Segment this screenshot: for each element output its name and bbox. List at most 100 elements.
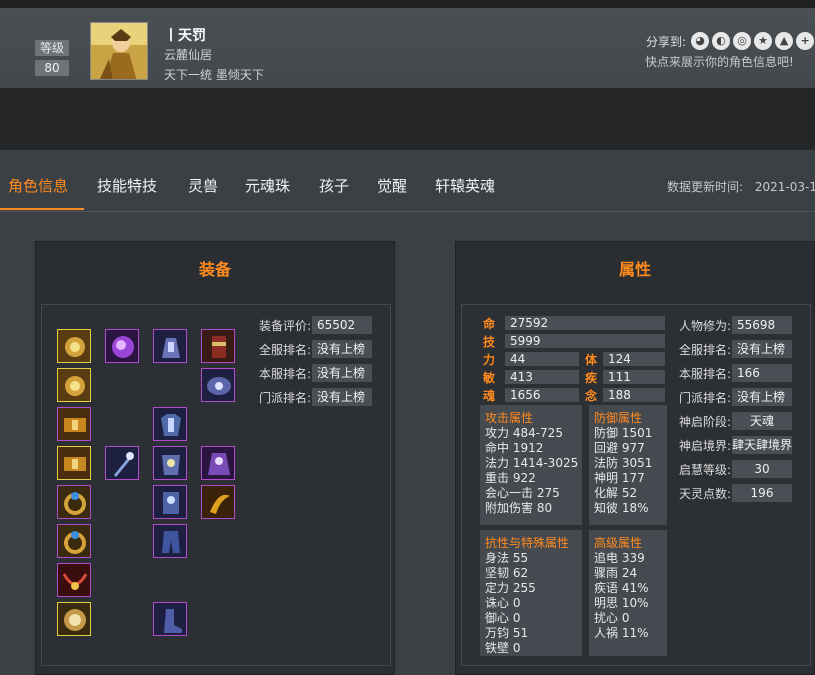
mountain-icon[interactable]: ▲	[775, 32, 794, 50]
equipment-global-rank-label: 全服排名:	[259, 343, 312, 357]
cultivation-value: 55698	[732, 316, 792, 334]
active-tab-indicator	[0, 208, 84, 210]
equipment-slot-weapon[interactable]	[105, 446, 139, 480]
tab-soul-beads[interactable]: 元魂珠	[245, 175, 290, 196]
wisdom-level-label: 启慧等级:	[679, 463, 732, 477]
equipment-panel: 装备 装备评价: 65502 全服排名: 没有上榜 本服排名: 没有上榜 门派排…	[35, 241, 395, 675]
spirit-points-label: 天灵点数:	[679, 487, 732, 501]
wisdom-level-value: 30	[732, 460, 792, 478]
hp-label: 命	[483, 317, 496, 331]
attributes-panel: 属性 命 27592 技 5999 力 44 体 124 敏 413 疾 111…	[455, 241, 815, 675]
star-icon[interactable]: ★	[754, 32, 773, 50]
tab-children[interactable]: 孩子	[319, 175, 349, 196]
level-value: 80	[35, 60, 69, 76]
equipment-global-rank-value: 没有上榜	[312, 340, 372, 358]
character-header: 等级 80 丨天罚 云麓仙居 天下一统 墨倾天下 分享到: ◕ ◐ ◎ ★ ▲ …	[0, 8, 815, 88]
attr-server-rank-label: 本服排名:	[679, 367, 732, 381]
equipment-slot-talisman[interactable]	[201, 485, 235, 519]
equipment-slot-glove-2[interactable]	[57, 368, 91, 402]
attr-server-rank-value: 166	[732, 364, 792, 382]
share-label: 分享到:	[646, 34, 687, 49]
equipment-slot-necklace[interactable]	[57, 563, 91, 597]
hp-value: 27592	[505, 316, 665, 330]
stat-strength-value: 44	[505, 352, 579, 366]
equipment-slot-amulet[interactable]	[57, 602, 91, 636]
attack-attributes-box: 攻击属性 攻力 484-725 命中 1912 法力 1414-3025 重击 …	[480, 405, 582, 525]
attr-sect-rank-value: 没有上榜	[732, 388, 792, 406]
equipment-server-rank-label: 本服排名:	[259, 367, 312, 381]
plus-icon[interactable]: +	[796, 32, 815, 50]
tab-pets[interactable]: 灵兽	[188, 175, 218, 196]
equipment-server-rank-value: 没有上榜	[312, 364, 372, 382]
equipment-slot-bracer[interactable]	[201, 329, 235, 363]
stat-soul-value: 1656	[505, 388, 579, 402]
equipment-slot-pants[interactable]	[153, 524, 187, 558]
mp-label: 技	[483, 335, 496, 349]
stat-mind-value: 188	[603, 388, 665, 402]
equipment-slot-belt[interactable]	[57, 407, 91, 441]
equipment-slot-cloak[interactable]	[201, 446, 235, 480]
resist-attr-row: 铁壁 0	[485, 641, 521, 655]
character-name: 丨天罚	[164, 28, 206, 44]
level-box: 等级 80	[35, 40, 69, 76]
update-label: 数据更新时间:	[667, 180, 744, 194]
update-time: 数据更新时间: 2021-03-17	[667, 178, 815, 195]
advanced-attr-row: 人祸 11%	[594, 626, 649, 640]
divine-realm-value: 肆天肆境界	[732, 436, 792, 454]
cultivation-label: 人物修为:	[679, 319, 732, 333]
tab-skills[interactable]: 技能特技	[97, 175, 157, 196]
equipment-sect-rank-value: 没有上榜	[312, 388, 372, 406]
attributes-title: 属性	[618, 260, 651, 279]
equipment-slot-orb[interactable]	[105, 329, 139, 363]
equipment-slot-belt-2[interactable]	[57, 446, 91, 480]
attr-sect-rank-label: 门派排名:	[679, 391, 732, 405]
weibo-icon[interactable]: ◎	[733, 32, 752, 50]
equipment-sect-rank-label: 门派排名:	[259, 391, 312, 405]
character-title: 天下一统 墨倾天下	[164, 68, 264, 82]
equipment-slot-ring-2[interactable]	[57, 524, 91, 558]
character-server: 云麓仙居	[164, 48, 213, 62]
equipment-slot-ring[interactable]	[57, 485, 91, 519]
defense-attr-row: 知彼 18%	[594, 501, 649, 515]
tab-xuanyuan-souls[interactable]: 轩辕英魂	[435, 175, 495, 196]
equipment-slot-glove[interactable]	[57, 329, 91, 363]
stat-mind-label: 念	[585, 389, 598, 403]
attack-attr-row: 附加伤害 80	[485, 501, 553, 515]
advanced-attributes-box: 高级属性 追电 339 骤雨 24 疾语 41% 明思 10% 扰心 0 人祸 …	[589, 530, 667, 656]
attr-global-rank-value: 没有上榜	[732, 340, 792, 358]
equipment-title: 装备	[198, 260, 231, 279]
qq-icon[interactable]: ◐	[712, 32, 731, 50]
equipment-slot-shoulder[interactable]	[201, 368, 235, 402]
equipment-score-value: 65502	[312, 316, 372, 334]
character-avatar	[90, 22, 148, 80]
stat-agility-label: 敏	[483, 371, 496, 385]
stat-agility-value: 413	[505, 370, 579, 384]
resist-attributes-box: 抗性与特殊属性 身法 55 坚韧 62 定力 255 诛心 0 御心 0 万钧 …	[480, 530, 582, 656]
equipment-slot-chest[interactable]	[153, 446, 187, 480]
stat-speed-label: 疾	[585, 371, 598, 385]
top-strip	[0, 0, 815, 8]
divine-realm-label: 神启境界:	[679, 439, 732, 453]
tab-bar: 角色信息 技能特技 灵兽 元魂珠 孩子 觉醒 轩辕英魂 数据更新时间: 2021…	[0, 150, 815, 212]
level-label: 等级	[35, 40, 69, 56]
tab-awakening[interactable]: 觉醒	[377, 175, 407, 196]
mp-value: 5999	[505, 334, 665, 348]
equipment-slot-leggings[interactable]	[153, 485, 187, 519]
update-value: 2021-03-17	[754, 180, 815, 194]
stat-speed-value: 111	[603, 370, 665, 384]
wechat-icon[interactable]: ◕	[691, 32, 710, 50]
attr-global-rank-label: 全服排名:	[679, 343, 732, 357]
stat-constitution-label: 体	[585, 353, 598, 367]
share-bar: 分享到: ◕ ◐ ◎ ★ ▲ +	[646, 32, 815, 50]
equipment-slot-boots[interactable]	[153, 602, 187, 636]
divine-stage-value: 天魂	[732, 412, 792, 430]
equipment-slot-helmet[interactable]	[153, 329, 187, 363]
spirit-points-value: 196	[732, 484, 792, 502]
stat-soul-label: 魂	[483, 389, 496, 403]
stat-strength-label: 力	[483, 353, 496, 367]
divine-stage-label: 神启阶段:	[679, 415, 732, 429]
equipment-slot-armor[interactable]	[153, 407, 187, 441]
tab-character-info[interactable]: 角色信息	[8, 175, 68, 196]
equipment-score-label: 装备评价:	[259, 319, 312, 333]
defense-attributes-box: 防御属性 防御 1501 回避 977 法防 3051 神明 177 化解 52…	[589, 405, 667, 525]
